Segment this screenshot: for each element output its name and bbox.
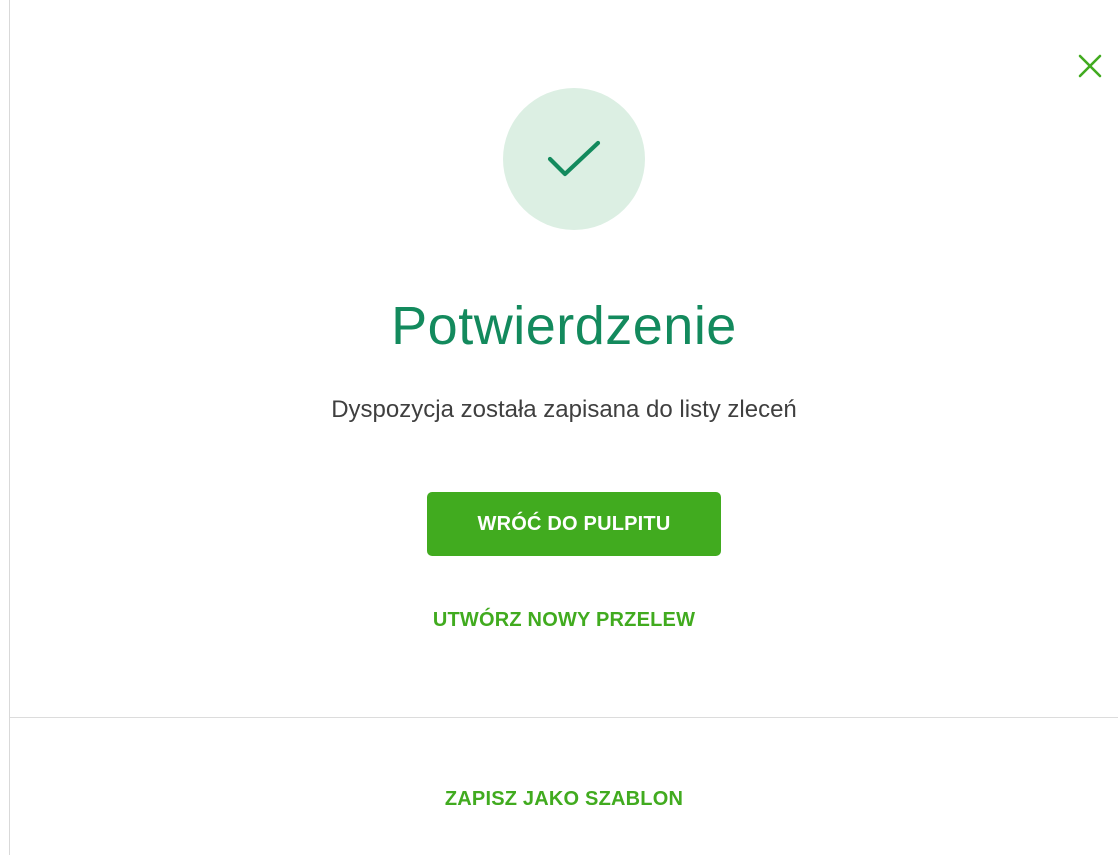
close-button[interactable] xyxy=(1074,50,1106,82)
back-to-dashboard-button[interactable]: WRÓĆ DO PULPITU xyxy=(427,492,721,556)
success-badge xyxy=(503,88,645,230)
save-as-template-link[interactable]: ZAPISZ JAKO SZABLON xyxy=(10,785,1118,813)
checkmark-icon xyxy=(547,140,601,177)
new-transfer-link[interactable]: UTWÓRZ NOWY PRZELEW xyxy=(10,606,1118,634)
left-border-divider xyxy=(9,0,10,855)
confirmation-dialog: Potwierdzenie Dyspozycja została zapisan… xyxy=(0,0,1118,855)
footer-divider xyxy=(10,717,1118,718)
close-icon xyxy=(1078,54,1102,78)
page-title: Potwierdzenie xyxy=(391,296,737,356)
confirmation-message: Dyspozycja została zapisana do listy zle… xyxy=(331,396,797,423)
